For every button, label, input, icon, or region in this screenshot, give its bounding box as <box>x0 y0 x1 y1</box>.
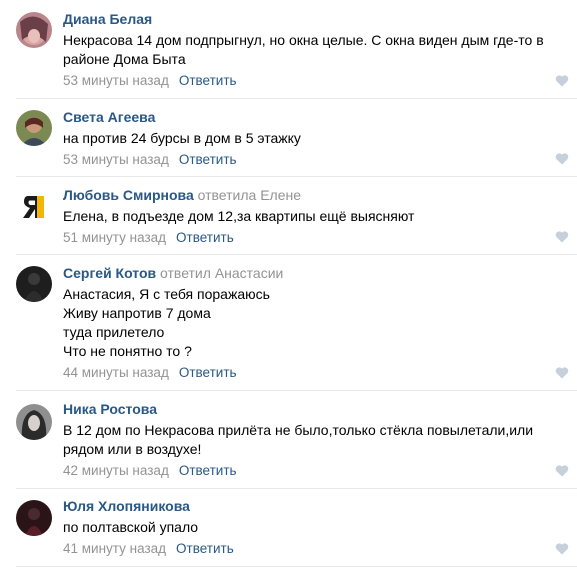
reply-link[interactable]: Ответить <box>179 463 237 478</box>
reply-link[interactable]: Ответить <box>179 73 237 88</box>
avatar[interactable] <box>16 266 52 302</box>
heart-icon[interactable] <box>555 464 569 477</box>
reply-to-label[interactable]: ответил Анастасии <box>160 265 283 281</box>
comment-meta: 53 минуты назад Ответить <box>63 72 557 90</box>
comment-text: Некрасова 14 дом подпрыгнул, но окна цел… <box>63 31 557 69</box>
comment-text-line: Анастасия, Я с тебя поражаюсь <box>63 286 270 302</box>
divider <box>16 390 577 391</box>
comment-timestamp[interactable]: 53 минуты назад <box>63 152 169 167</box>
avatar[interactable] <box>16 110 52 146</box>
divider <box>16 488 577 489</box>
comment-text-line: Елена, в подъезде дом 12,за квартипы ещё… <box>63 208 415 224</box>
heart-icon[interactable] <box>555 74 569 87</box>
comment-timestamp[interactable]: 44 минуты назад <box>63 365 169 380</box>
divider <box>16 566 577 567</box>
user-photo-icon <box>16 404 52 440</box>
comment-meta: 42 минуты назад Ответить <box>63 462 557 480</box>
reply-link[interactable]: Ответить <box>179 365 237 380</box>
comment-meta: 44 минуты назад Ответить <box>63 364 557 382</box>
avatar[interactable] <box>16 500 52 536</box>
comment-author: Любовь Смирнова ответила Елене <box>63 186 557 204</box>
reply-to-label[interactable]: ответила Елене <box>198 187 301 203</box>
heart-icon[interactable] <box>555 542 569 555</box>
author-name-link[interactable]: Диана Белая <box>63 11 152 27</box>
heart-icon[interactable] <box>555 230 569 243</box>
reply-link[interactable]: Ответить <box>176 541 234 556</box>
avatar[interactable] <box>16 12 52 48</box>
comment-text: Елена, в подъезде дом 12,за квартипы ещё… <box>63 207 557 226</box>
comment-author: Ника Ростова <box>63 400 557 418</box>
comment-text: на против 24 бурсы в дом в 5 этажку <box>63 129 557 148</box>
comment-text-line: рядом или в воздухе! <box>63 441 202 457</box>
comment-author: Диана Белая <box>63 10 557 28</box>
author-name-link[interactable]: Любовь Смирнова <box>63 187 194 203</box>
comment-timestamp[interactable]: 41 минуту назад <box>63 541 166 556</box>
heart-icon[interactable] <box>555 152 569 165</box>
user-photo-icon <box>16 500 52 536</box>
comment-text: Анастасия, Я с тебя поражаюсь Живу напро… <box>63 285 557 361</box>
avatar[interactable] <box>16 404 52 440</box>
comment-meta: 53 минуты назад Ответить <box>63 151 557 169</box>
comment-author: Юля Хлопяникова <box>63 497 557 515</box>
comment-author: Света Агеева <box>63 108 557 126</box>
comment-timestamp[interactable]: 53 минуты назад <box>63 73 169 88</box>
user-photo-icon <box>16 266 52 302</box>
letter-ya-logo-icon <box>16 188 52 224</box>
comment-text-line: районе Дома Быта <box>63 51 186 67</box>
comment-text: по полтавской упало <box>63 518 557 537</box>
comment-text-line: туда прилетело <box>63 324 165 340</box>
comments-feed: Диана Белая Некрасова 14 дом подпрыгнул,… <box>0 0 577 569</box>
comment-timestamp[interactable]: 51 минуту назад <box>63 230 166 245</box>
author-name-link[interactable]: Ника Ростова <box>63 401 157 417</box>
divider <box>16 98 577 99</box>
comment-text-line: Что не понятно то ? <box>63 343 192 359</box>
user-photo-icon <box>16 110 52 146</box>
divider <box>16 176 577 177</box>
reply-link[interactable]: Ответить <box>176 230 234 245</box>
heart-icon[interactable] <box>555 366 569 379</box>
comment-author: Сергей Котов ответил Анастасии <box>63 264 557 282</box>
comment-text-line: на против 24 бурсы в дом в 5 этажку <box>63 130 301 146</box>
author-name-link[interactable]: Юля Хлопяникова <box>63 498 190 514</box>
author-name-link[interactable]: Сергей Котов <box>63 265 156 281</box>
comment-text-line: Живу напротив 7 дома <box>63 305 211 321</box>
divider <box>16 254 577 255</box>
user-photo-icon <box>16 12 52 48</box>
comment-text-line: В 12 дом по Некрасова прилёта не было,то… <box>63 422 534 438</box>
avatar[interactable] <box>16 188 52 224</box>
author-name-link[interactable]: Света Агеева <box>63 109 155 125</box>
comment-meta: 41 минуту назад Ответить <box>63 540 557 558</box>
comment-meta: 51 минуту назад Ответить <box>63 229 557 247</box>
reply-link[interactable]: Ответить <box>179 152 237 167</box>
comment-timestamp[interactable]: 42 минуты назад <box>63 463 169 478</box>
comment-text-line: по полтавской упало <box>63 519 199 535</box>
comment-text: В 12 дом по Некрасова прилёта не было,то… <box>63 421 557 459</box>
comment-text-line: Некрасова 14 дом подпрыгнул, но окна цел… <box>63 32 544 48</box>
